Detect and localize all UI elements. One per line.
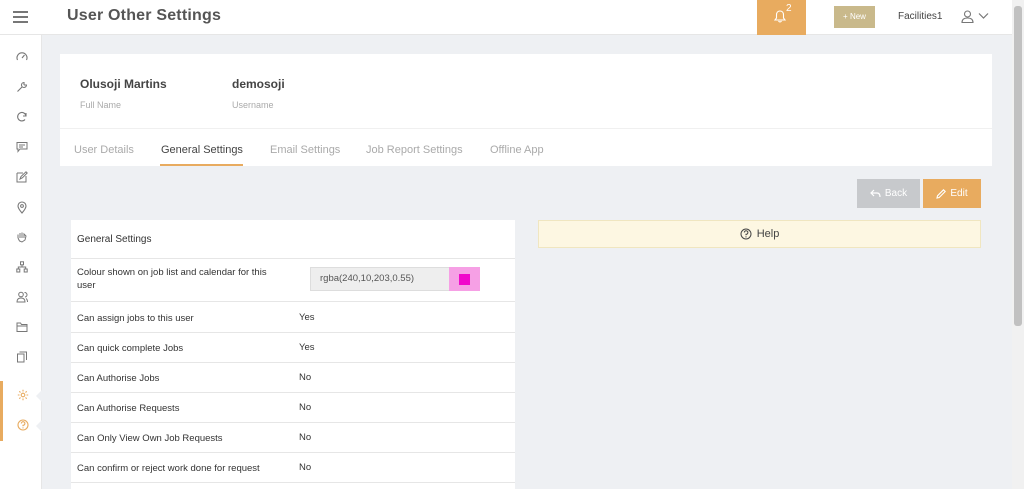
folder-icon [16, 322, 28, 332]
table-row: Can Authorise Requests No [71, 393, 515, 423]
profile-divider [60, 128, 992, 129]
notifications-button[interactable]: 2 [757, 0, 806, 35]
setting-value: No [299, 372, 312, 383]
settings-title: General Settings [77, 234, 152, 245]
settings-header: General Settings [71, 220, 515, 259]
back-button-label: Back [884, 188, 908, 199]
top-bar: User Other Settings 2 + New Facilities1 [0, 0, 1012, 35]
sidebar-item-settings[interactable] [0, 381, 43, 411]
colour-swatch[interactable] [449, 267, 480, 291]
tab-user-details[interactable]: User Details [74, 144, 134, 156]
sidebar [0, 35, 43, 489]
page-scrollbar[interactable] [1012, 0, 1024, 489]
user-icon[interactable] [961, 10, 974, 23]
edit-icon [16, 171, 28, 183]
general-settings-card: General Settings Colour shown on job lis… [71, 220, 515, 489]
refresh-icon [17, 112, 27, 122]
sidebar-item-locations[interactable] [0, 193, 42, 223]
setting-value: Yes [299, 312, 315, 323]
tab-general-settings[interactable]: General Settings [161, 144, 243, 156]
help-label: Help [756, 228, 780, 240]
edit-button[interactable]: Edit [923, 179, 981, 208]
setting-value: Yes [299, 342, 315, 353]
dashboard-icon [16, 52, 28, 61]
setting-value: No [299, 432, 312, 443]
table-row: Can quick complete Jobs Yes [71, 333, 515, 363]
wrench-icon [17, 81, 28, 92]
table-row: Can Authorise Jobs No [71, 363, 515, 393]
sidebar-item-maintenance[interactable] [0, 73, 42, 103]
chevron-down-icon[interactable] [978, 12, 989, 20]
colour-value-field[interactable]: rgba(240,10,203,0.55) [310, 267, 450, 291]
org-chart-icon [16, 261, 28, 273]
table-row: Can Only View Own Job Requests No [71, 423, 515, 453]
sidebar-item-messages[interactable] [0, 133, 42, 163]
sidebar-item-users[interactable] [0, 283, 42, 313]
hamburger-menu-icon[interactable] [13, 11, 28, 23]
tab-email-settings[interactable]: Email Settings [270, 144, 340, 156]
profile-card: Olusoji Martins Full Name demosoji Usern… [60, 54, 992, 166]
setting-label: Can quick complete Jobs [77, 343, 184, 354]
sidebar-item-edit[interactable] [0, 163, 42, 193]
sidebar-item-help[interactable] [0, 411, 43, 441]
documents-icon [17, 351, 27, 363]
tab-offline-app[interactable]: Offline App [490, 144, 544, 156]
back-button[interactable]: Back [857, 179, 920, 208]
back-arrow-icon [870, 189, 881, 198]
user-menu-name[interactable]: Facilities1 [898, 11, 942, 22]
setting-label: Can Authorise Jobs [77, 373, 160, 384]
sidebar-item-organisation[interactable] [0, 253, 42, 283]
active-tab-indicator [160, 164, 243, 166]
setting-label: Can confirm or reject work done for requ… [77, 463, 260, 474]
bell-icon [774, 10, 786, 23]
pencil-icon [936, 188, 947, 199]
sidebar-item-files[interactable] [0, 313, 42, 343]
chat-icon [16, 142, 28, 153]
location-pin-icon [17, 201, 27, 214]
colour-swatch-chip [459, 274, 470, 285]
setting-label: Can assign jobs to this user [77, 313, 194, 324]
username-label: Username [232, 100, 274, 110]
help-panel[interactable]: Help [538, 220, 981, 248]
users-icon [16, 291, 28, 303]
colour-setting-row: Colour shown on job list and calendar fo… [71, 259, 515, 302]
help-icon [740, 228, 752, 240]
table-row: Can confirm or reject work done for requ… [71, 453, 515, 483]
scrollbar-thumb[interactable] [1014, 6, 1022, 326]
setting-value: No [299, 462, 312, 473]
help-icon [17, 419, 29, 431]
hand-icon [17, 232, 27, 243]
sidebar-item-requests[interactable] [0, 223, 42, 253]
notification-count: 2 [786, 3, 792, 14]
table-row: Can assign jobs to this user Yes [71, 302, 515, 333]
username-value: demosoji [232, 77, 285, 91]
tab-job-report-settings[interactable]: Job Report Settings [366, 144, 463, 156]
colour-setting-label: Colour shown on job list and calendar fo… [77, 267, 267, 291]
edit-button-label: Edit [950, 188, 968, 199]
sidebar-item-documents[interactable] [0, 343, 42, 373]
full-name-value: Olusoji Martins [80, 77, 167, 91]
full-name-label: Full Name [80, 100, 122, 110]
sidebar-item-refresh[interactable] [0, 103, 42, 133]
sidebar-item-dashboard[interactable] [0, 43, 42, 73]
setting-value: No [299, 402, 312, 413]
setting-label: Can Only View Own Job Requests [77, 433, 223, 444]
setting-label: Can Authorise Requests [77, 403, 180, 414]
gear-icon [17, 389, 29, 401]
page-title: User Other Settings [67, 7, 222, 24]
new-button[interactable]: + New [834, 6, 875, 28]
